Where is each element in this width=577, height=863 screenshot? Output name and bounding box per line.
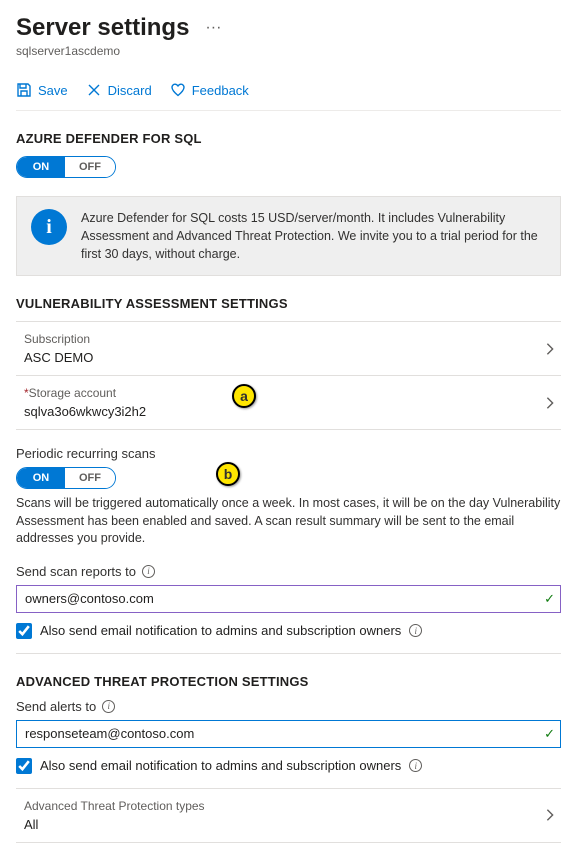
subscription-value: ASC DEMO xyxy=(24,350,543,365)
info-tooltip-icon[interactable]: i xyxy=(142,565,155,578)
more-actions-button[interactable]: ··· xyxy=(205,19,221,37)
divider xyxy=(16,653,561,654)
periodic-description: Scans will be triggered automatically on… xyxy=(16,495,561,548)
heart-icon xyxy=(170,82,186,98)
atp-types-row[interactable]: Advanced Threat Protection types All xyxy=(16,788,561,843)
feedback-label: Feedback xyxy=(192,83,249,98)
info-box: i Azure Defender for SQL costs 15 USD/se… xyxy=(16,196,561,276)
atp-notify-admins-checkbox-row[interactable]: Also send email notification to admins a… xyxy=(16,758,561,774)
storage-value: sqlva3o6wkwcy3i2h2 xyxy=(24,404,543,419)
command-bar: Save Discard Feedback xyxy=(16,74,561,111)
defender-heading: AZURE DEFENDER FOR SQL xyxy=(16,131,561,146)
send-reports-label: Send scan reports to xyxy=(16,564,136,579)
atp-notify-admins-label: Also send email notification to admins a… xyxy=(40,758,401,773)
defender-toggle-off: OFF xyxy=(65,157,115,177)
notify-admins-label: Also send email notification to admins a… xyxy=(40,623,401,638)
server-name: sqlserver1ascdemo xyxy=(16,44,561,58)
periodic-toggle-on: ON xyxy=(17,468,65,488)
subscription-label: Subscription xyxy=(24,332,543,346)
defender-toggle[interactable]: ON OFF xyxy=(16,156,116,178)
atp-types-value: All xyxy=(24,817,543,832)
periodic-label: Periodic recurring scans xyxy=(16,446,561,461)
info-tooltip-icon[interactable]: i xyxy=(102,700,115,713)
atp-types-label: Advanced Threat Protection types xyxy=(24,799,543,813)
chevron-right-icon xyxy=(543,396,557,410)
discard-label: Discard xyxy=(108,83,152,98)
close-icon xyxy=(86,82,102,98)
annotation-b: b xyxy=(216,462,240,486)
subscription-row[interactable]: Subscription ASC DEMO xyxy=(16,321,561,376)
page-title: Server settings xyxy=(16,14,189,42)
notify-admins-checkbox-row[interactable]: Also send email notification to admins a… xyxy=(16,623,561,639)
defender-toggle-on: ON xyxy=(17,157,65,177)
discard-button[interactable]: Discard xyxy=(86,82,152,98)
atp-notify-admins-checkbox[interactable] xyxy=(16,758,32,774)
info-tooltip-icon[interactable]: i xyxy=(409,624,422,637)
save-icon xyxy=(16,82,32,98)
storage-account-row[interactable]: *Storage account sqlva3o6wkwcy3i2h2 a xyxy=(16,376,561,430)
atp-heading: ADVANCED THREAT PROTECTION SETTINGS xyxy=(16,674,561,689)
feedback-button[interactable]: Feedback xyxy=(170,82,249,98)
send-reports-input[interactable] xyxy=(16,585,561,613)
vulnerability-heading: VULNERABILITY ASSESSMENT SETTINGS xyxy=(16,296,561,311)
periodic-toggle[interactable]: ON OFF xyxy=(16,467,116,489)
info-icon: i xyxy=(31,209,67,245)
save-button[interactable]: Save xyxy=(16,82,68,98)
chevron-right-icon xyxy=(543,808,557,822)
save-label: Save xyxy=(38,83,68,98)
periodic-toggle-off: OFF xyxy=(65,468,115,488)
notify-admins-checkbox[interactable] xyxy=(16,623,32,639)
chevron-right-icon xyxy=(543,342,557,356)
send-alerts-label: Send alerts to xyxy=(16,699,96,714)
info-text: Azure Defender for SQL costs 15 USD/serv… xyxy=(81,209,546,263)
info-tooltip-icon[interactable]: i xyxy=(409,759,422,772)
storage-label: *Storage account xyxy=(24,386,543,400)
send-alerts-input[interactable] xyxy=(16,720,561,748)
